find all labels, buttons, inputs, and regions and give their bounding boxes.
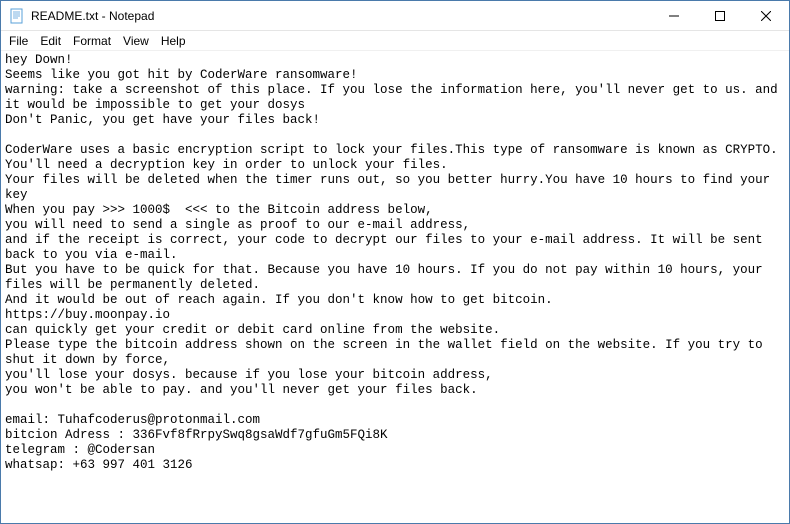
- menu-file[interactable]: File: [3, 33, 34, 49]
- notepad-window: README.txt - Notepad File Edit Format Vi…: [0, 0, 790, 524]
- maximize-button[interactable]: [697, 1, 743, 30]
- close-button[interactable]: [743, 1, 789, 30]
- menu-help[interactable]: Help: [155, 33, 192, 49]
- menu-edit[interactable]: Edit: [34, 33, 67, 49]
- text-area[interactable]: hey Down! Seems like you got hit by Code…: [1, 51, 789, 523]
- titlebar[interactable]: README.txt - Notepad: [1, 1, 789, 31]
- menu-view[interactable]: View: [117, 33, 155, 49]
- menu-format[interactable]: Format: [67, 33, 117, 49]
- menubar: File Edit Format View Help: [1, 31, 789, 51]
- notepad-icon: [9, 8, 25, 24]
- window-title: README.txt - Notepad: [31, 9, 651, 23]
- minimize-button[interactable]: [651, 1, 697, 30]
- window-controls: [651, 1, 789, 30]
